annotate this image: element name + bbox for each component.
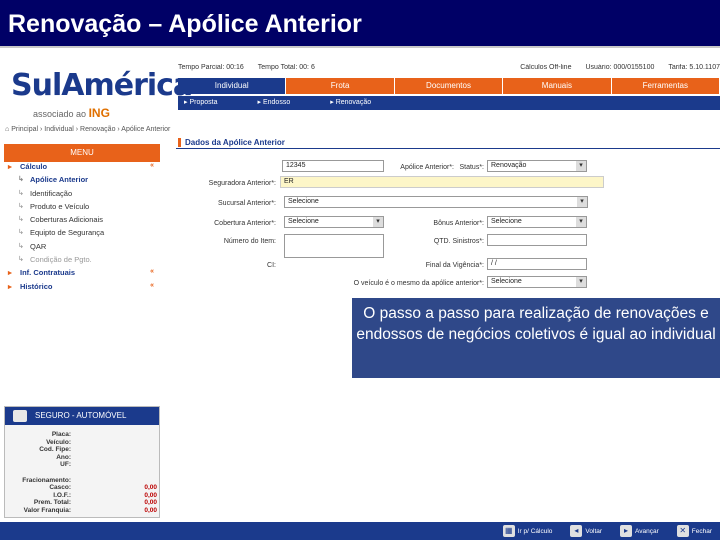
field-cod-fipe: Cod. Fipe: — [39, 446, 71, 453]
cobertura-label: Cobertura Anterior*: — [214, 220, 276, 227]
calculos-offline-link[interactable]: Cálculos Off-line — [520, 64, 571, 76]
top-status-bar: Tempo Parcial: 00:16 Tempo Total: 00: 6 … — [178, 64, 720, 76]
field-uf: UF: — [60, 461, 71, 468]
logo-subtitle: associado ao ING — [33, 106, 110, 120]
subtab-proposta[interactable]: ▸ Proposta — [184, 96, 218, 110]
section-title: Dados da Apólice Anterior — [178, 138, 285, 147]
logo-brand: SulAmérica — [11, 68, 193, 103]
ci-label: CI: — [267, 262, 276, 269]
main-tabs: Individual Frota Documentos Manuais Ferr… — [178, 78, 720, 94]
tempo-parcial: Tempo Parcial: 00:16 — [178, 64, 244, 71]
menu-item-condicao-pgto[interactable]: Condição de Pgto. — [4, 255, 160, 268]
seguradora-anterior-input[interactable]: ER — [280, 176, 604, 188]
bottom-action-bar: ▦ Ir p/ Cálculo ◂ Voltar ▸ Avançar ✕ Fechar — [0, 522, 720, 540]
menu-item-identificacao[interactable]: Identificação — [4, 189, 160, 202]
bonus-label: Bônus Anterior*: — [433, 220, 484, 227]
numero-item-input[interactable] — [284, 234, 384, 258]
breadcrumb: ⌂ Principal › Individual › Renovação › A… — [5, 126, 171, 133]
veiculo-mesmo-select[interactable]: Selecione — [487, 276, 587, 288]
printer-icon[interactable] — [13, 410, 27, 422]
subtab-endosso[interactable]: ▸ Endosso — [258, 96, 291, 110]
menu-item-historico[interactable]: Histórico« — [4, 282, 160, 295]
menu-item-inf-contratuais[interactable]: Inf. Contratuais« — [4, 268, 160, 281]
tempo-total: Tempo Total: 00: 6 — [257, 64, 315, 71]
field-placa: Placa: — [51, 431, 71, 438]
apolice-anterior-input[interactable]: 12345 — [282, 160, 384, 172]
tarifa-info: Tarifa: 5.10.1107 — [668, 64, 720, 71]
menu-item-calculo[interactable]: Cálculo« — [4, 162, 160, 175]
qtd-sinistros-input[interactable] — [487, 234, 587, 246]
field-prem-total: Prem. Total: 0,00 — [33, 499, 157, 506]
bonus-select[interactable]: Selecione — [487, 216, 587, 228]
menu-item-equipto-seguranca[interactable]: Equipto de Segurança — [4, 228, 160, 241]
seguro-automovel-panel: SEGURO - AUTOMÓVEL Placa: Veículo: Cod. … — [4, 406, 160, 518]
section-divider — [176, 148, 720, 149]
sucursal-select[interactable]: Selecione — [284, 196, 588, 208]
avancar-button[interactable]: ▸ Avançar — [620, 522, 659, 540]
collapse-icon[interactable]: « — [150, 162, 154, 169]
field-ano: Ano: — [56, 453, 71, 461]
status-select[interactable]: Renovação — [487, 160, 587, 172]
menu-item-apolice-anterior[interactable]: Apólice Anterior — [4, 175, 160, 188]
field-veiculo: Veículo: — [46, 438, 71, 446]
tab-individual[interactable]: Individual — [178, 78, 287, 94]
collapse-icon[interactable]: « — [150, 268, 154, 275]
usuario-info: Usuário: 000/0155100 — [585, 64, 655, 71]
final-vigencia-input[interactable]: / / — [487, 258, 587, 270]
field-valor-franquia: Valor Franquia: 0,00 — [23, 506, 157, 514]
calculator-icon: ▦ — [502, 525, 515, 537]
ir-calculo-button[interactable]: ▦ Ir p/ Cálculo — [502, 522, 552, 540]
collapse-icon[interactable]: « — [150, 282, 154, 289]
panel-header: SEGURO - AUTOMÓVEL — [5, 407, 159, 425]
cobertura-select[interactable]: Selecione — [284, 216, 384, 228]
field-iof: I.O.F.: 0,00 — [53, 491, 157, 499]
status-label: Status*: — [459, 164, 484, 171]
seguradora-label: Seguradora Anterior*: — [208, 180, 276, 187]
tab-documentos[interactable]: Documentos — [395, 78, 504, 94]
tab-ferramentas[interactable]: Ferramentas — [612, 78, 720, 94]
subtab-renovacao[interactable]: ▸ Renovação — [330, 96, 371, 110]
arrow-right-icon: ▸ — [620, 525, 633, 537]
apolice-label: Apólice Anterior*: — [400, 164, 454, 171]
tab-manuais[interactable]: Manuais — [503, 78, 612, 94]
sucursal-label: Sucursal Anterior*: — [218, 200, 276, 207]
tab-frota[interactable]: Frota — [286, 78, 395, 94]
numero-item-label: Número do Item: — [223, 238, 276, 245]
arrow-left-icon: ◂ — [570, 525, 583, 537]
qtd-sinistros-label: QTD. Sinistros*: — [433, 238, 484, 245]
menu-item-coberturas[interactable]: Coberturas Adicionais — [4, 215, 160, 228]
fechar-button[interactable]: ✕ Fechar — [676, 522, 712, 540]
field-casco: Casco: 0,00 — [49, 484, 157, 491]
voltar-button[interactable]: ◂ Voltar — [570, 522, 602, 540]
close-icon: ✕ — [676, 525, 689, 537]
veiculo-mesmo-label: O veículo é o mesmo da apólice anterior*… — [353, 280, 484, 287]
sub-tabs: ▸ Proposta ▸ Endosso ▸ Renovação — [178, 96, 720, 110]
slide-title: Renovação – Apólice Anterior — [0, 0, 720, 48]
explanation-callout: O passo a passo para realização de renov… — [352, 298, 720, 378]
sulamerica-logo: SulAmérica associado ao ING — [5, 60, 193, 120]
final-vigencia-label: Final da Vigência*: — [425, 262, 484, 269]
menu-item-produto-veiculo[interactable]: Produto e Veículo — [4, 202, 160, 215]
field-fracionamento: Fracionamento: — [22, 476, 71, 484]
menu-header: MENU — [4, 144, 160, 162]
menu-item-qar[interactable]: QAR — [4, 242, 160, 255]
